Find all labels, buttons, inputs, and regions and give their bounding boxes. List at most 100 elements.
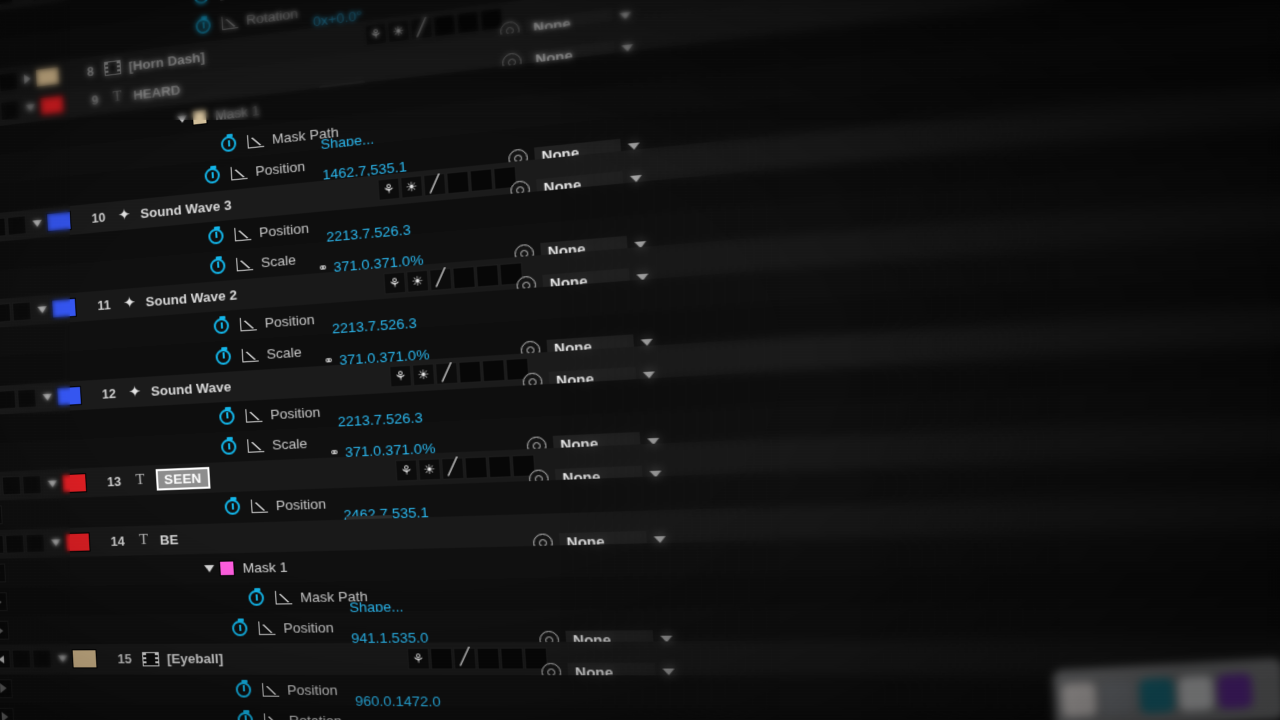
layer-name-rename-field[interactable]: SEEN bbox=[155, 467, 211, 491]
solo-toggle[interactable] bbox=[5, 533, 25, 554]
expand-triangle-icon[interactable] bbox=[47, 480, 58, 488]
stopwatch-wrap[interactable] bbox=[217, 406, 237, 427]
motion-blur-switch[interactable]: ╱ bbox=[429, 267, 453, 291]
lock-toggle[interactable] bbox=[0, 99, 20, 121]
graph-editor-icon[interactable] bbox=[263, 713, 281, 720]
lock-cell[interactable] bbox=[0, 563, 7, 583]
motion-blur-switch[interactable]: ╱ bbox=[452, 647, 477, 670]
stopwatch-wrap[interactable] bbox=[233, 679, 254, 699]
graph-editor-wrap[interactable] bbox=[232, 223, 253, 244]
blank-switch[interactable] bbox=[481, 359, 506, 383]
lock-toggle[interactable] bbox=[22, 475, 42, 495]
layer-identity-cell[interactable] bbox=[29, 152, 157, 166]
graph-editor-icon[interactable] bbox=[261, 682, 279, 697]
lock-toggle[interactable] bbox=[17, 388, 37, 409]
layer-identity-cell[interactable]: 14 bbox=[51, 531, 135, 552]
expand-triangle-icon[interactable] bbox=[51, 538, 61, 547]
expand-triangle-icon[interactable] bbox=[37, 306, 48, 314]
stopwatch-wrap[interactable] bbox=[230, 619, 251, 639]
audio-toggle[interactable] bbox=[0, 534, 5, 554]
stopwatch-icon[interactable] bbox=[207, 227, 224, 245]
mask-color-chip[interactable] bbox=[191, 108, 208, 126]
dock-app-icon[interactable] bbox=[1178, 675, 1214, 712]
solo-toggle[interactable] bbox=[0, 389, 17, 410]
stopwatch-wrap[interactable] bbox=[208, 256, 228, 277]
lock-toggle[interactable] bbox=[0, 71, 19, 93]
graph-editor-icon[interactable] bbox=[241, 347, 259, 363]
layer-color-swatch[interactable] bbox=[39, 94, 65, 117]
blank-switch[interactable] bbox=[432, 13, 457, 38]
blank-switch[interactable] bbox=[500, 647, 525, 670]
shy-switch[interactable]: ⚘ bbox=[389, 364, 413, 388]
graph-editor-icon[interactable] bbox=[274, 590, 292, 605]
av-features-cell[interactable] bbox=[0, 707, 62, 720]
effects-switch[interactable]: ☀ bbox=[406, 269, 430, 293]
stopwatch-wrap[interactable] bbox=[191, 0, 211, 8]
blank-switch[interactable] bbox=[446, 170, 470, 195]
layer-identity-cell[interactable]: 12 bbox=[42, 383, 126, 407]
stopwatch-wrap[interactable] bbox=[211, 316, 231, 337]
layer-switches-cell[interactable] bbox=[453, 559, 651, 563]
layer-color-swatch[interactable] bbox=[56, 385, 82, 406]
graph-editor-wrap[interactable] bbox=[262, 710, 283, 720]
layer-identity-cell[interactable]: 15 bbox=[57, 649, 142, 669]
lock-toggle[interactable] bbox=[25, 533, 46, 553]
blank-switch[interactable] bbox=[476, 647, 501, 670]
stopwatch-icon[interactable] bbox=[195, 17, 212, 36]
layer-identity-cell[interactable]: 13 bbox=[47, 472, 131, 494]
graph-editor-wrap[interactable] bbox=[234, 253, 255, 274]
layer-identity-cell[interactable] bbox=[36, 271, 164, 282]
layer-color-swatch[interactable] bbox=[34, 65, 61, 88]
stopwatch-icon[interactable] bbox=[235, 681, 252, 698]
expand-triangle-icon[interactable] bbox=[42, 393, 53, 401]
av-features-cell[interactable] bbox=[0, 388, 43, 412]
stopwatch-icon[interactable] bbox=[248, 590, 265, 606]
graph-editor-icon[interactable] bbox=[235, 256, 253, 272]
lock-cell[interactable] bbox=[0, 592, 8, 612]
graph-editor-wrap[interactable] bbox=[219, 12, 239, 34]
lock-toggle[interactable] bbox=[7, 214, 27, 236]
layer-switches-cell[interactable] bbox=[431, 199, 628, 217]
av-features-cell[interactable] bbox=[0, 446, 47, 469]
graph-editor-icon[interactable] bbox=[233, 226, 251, 242]
layer-color-swatch[interactable] bbox=[32, 0, 58, 1]
graph-editor-wrap[interactable] bbox=[260, 680, 281, 700]
layer-identity-cell[interactable] bbox=[60, 689, 190, 690]
graph-editor-wrap[interactable] bbox=[256, 618, 277, 638]
layer-color-swatch[interactable] bbox=[61, 473, 88, 494]
layer-color-swatch[interactable] bbox=[46, 210, 72, 232]
layer-color-swatch[interactable] bbox=[71, 649, 98, 669]
dock-app-icon[interactable] bbox=[1061, 682, 1098, 718]
graph-editor-wrap[interactable] bbox=[245, 130, 266, 152]
av-features-cell[interactable] bbox=[0, 649, 59, 669]
graph-editor-wrap[interactable] bbox=[239, 344, 260, 365]
graph-editor-icon[interactable] bbox=[257, 621, 276, 636]
solo-toggle[interactable] bbox=[1, 476, 22, 496]
lock-cell[interactable] bbox=[0, 621, 10, 641]
stopwatch-icon[interactable] bbox=[204, 167, 221, 185]
dock-app-icon[interactable] bbox=[1100, 679, 1137, 716]
layer-switches-cell[interactable] bbox=[443, 395, 641, 405]
layer-switches-cell[interactable] bbox=[457, 625, 656, 627]
blank-switch[interactable] bbox=[452, 265, 476, 290]
graph-editor-icon[interactable] bbox=[220, 15, 238, 31]
audio-toggle[interactable] bbox=[0, 476, 2, 497]
layer-identity-cell[interactable]: 9 bbox=[25, 89, 108, 118]
graph-editor-wrap[interactable] bbox=[243, 405, 264, 426]
layer-identity-cell[interactable] bbox=[50, 509, 179, 513]
lock-toggle[interactable] bbox=[12, 301, 32, 322]
layer-switches-cell[interactable] bbox=[449, 494, 647, 501]
stopwatch-wrap[interactable] bbox=[206, 226, 226, 247]
shy-switch[interactable]: ⚘ bbox=[377, 177, 401, 201]
stopwatch-icon[interactable] bbox=[193, 0, 210, 6]
mask-expand-triangle-icon[interactable] bbox=[204, 564, 215, 573]
blank-switch[interactable] bbox=[475, 263, 500, 288]
stopwatch-wrap[interactable] bbox=[219, 437, 239, 458]
layer-switches-cell[interactable] bbox=[425, 101, 621, 122]
layer-name-cell[interactable]: [Eyeball] bbox=[141, 648, 408, 668]
graph-editor-icon[interactable] bbox=[230, 165, 248, 181]
stopwatch-wrap[interactable] bbox=[213, 346, 233, 367]
graph-editor-icon[interactable] bbox=[246, 438, 264, 453]
layer-identity-cell[interactable] bbox=[28, 122, 156, 137]
layer-identity-cell[interactable] bbox=[55, 599, 185, 601]
